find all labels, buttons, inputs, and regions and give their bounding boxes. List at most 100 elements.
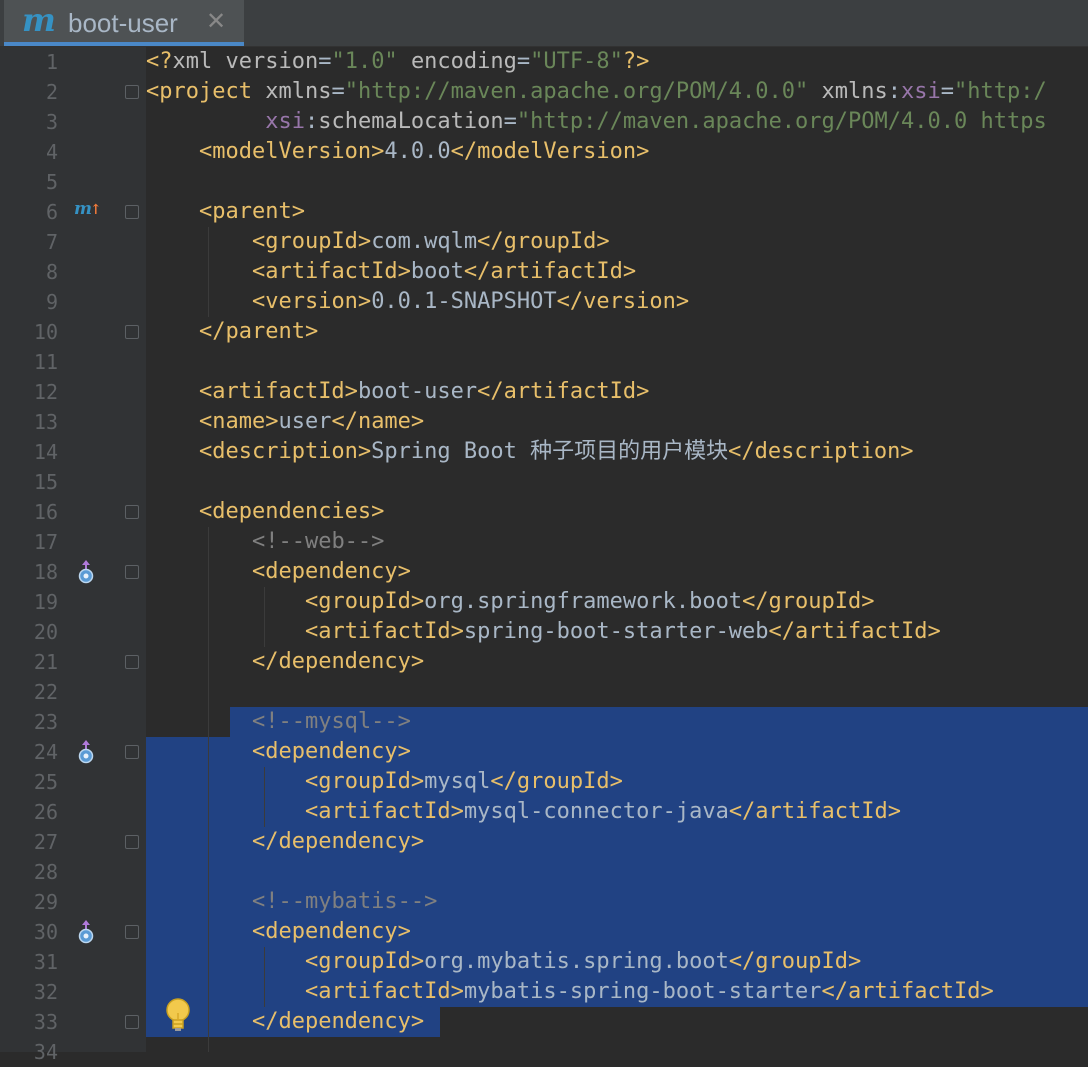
- code-line: <artifactId>boot-user</artifactId>: [146, 377, 649, 407]
- code-token: </groupId>: [742, 589, 875, 614]
- line-number: 23: [33, 710, 58, 734]
- line-number: 8: [45, 260, 58, 284]
- fold-toggle-icon[interactable]: [125, 925, 139, 939]
- code-token: "http://maven.apache.org/POM/4.0.0 https: [516, 109, 1047, 134]
- line-number: 18: [33, 560, 58, 584]
- code-token: xmlns: [265, 79, 332, 104]
- line-number: 6: [45, 200, 58, 224]
- line-number: 30: [33, 920, 58, 944]
- tab-boot-user[interactable]: m boot-user ✕: [4, 0, 244, 46]
- maven-parent-override-icon[interactable]: m↑: [74, 199, 102, 220]
- fold-toggle-icon[interactable]: [125, 505, 139, 519]
- code-token: </artifactId>: [821, 979, 994, 1004]
- fold-toggle-icon[interactable]: [125, 565, 139, 579]
- line-number: 29: [33, 890, 58, 914]
- code-line: <artifactId>spring-boot-starter-web</art…: [146, 617, 941, 647]
- code-token: org.mybatis.spring.boot: [424, 949, 729, 974]
- active-tab-indicator: [4, 42, 244, 46]
- code-line: <version>0.0.1-SNAPSHOT</version>: [146, 287, 689, 317]
- line-number: 2: [45, 80, 58, 104]
- line-number: 11: [33, 350, 58, 374]
- line-number: 13: [33, 410, 58, 434]
- fold-toggle-icon[interactable]: [125, 655, 139, 669]
- code-token: <name>: [198, 409, 279, 434]
- code-token: </name>: [331, 409, 425, 434]
- code-token: <artifactId>: [251, 259, 411, 284]
- code-token: </dependency>: [251, 829, 425, 854]
- dependency-icon[interactable]: [77, 739, 95, 765]
- close-tab-icon[interactable]: ✕: [206, 6, 226, 36]
- fold-toggle-icon[interactable]: [125, 85, 139, 99]
- code-token: </groupId>: [490, 769, 623, 794]
- code-line: <dependencies>: [146, 497, 384, 527]
- code-token: </modelVersion>: [450, 139, 650, 164]
- code-token: =: [940, 79, 955, 104]
- code-line: <dependency>: [146, 737, 411, 767]
- code-token: spring-boot-starter-web: [463, 619, 769, 644]
- code-token: </artifactId>: [728, 799, 901, 824]
- code-line: <groupId>org.springframework.boot</group…: [146, 587, 875, 617]
- code-line: xsi:schemaLocation="http://maven.apache.…: [146, 107, 1047, 137]
- code-token: </dependency>: [251, 1009, 425, 1034]
- code-token: <artifactId>: [198, 379, 358, 404]
- line-number: 12: [33, 380, 58, 404]
- line-number: 7: [45, 230, 58, 254]
- code-line: <parent>: [146, 197, 305, 227]
- code-line: <groupId>org.mybatis.spring.boot</groupI…: [146, 947, 861, 977]
- code-token: <artifactId>: [304, 619, 464, 644]
- code-token: </parent>: [198, 319, 319, 344]
- code-token: =: [516, 49, 531, 74]
- line-number: 33: [33, 1010, 58, 1034]
- code-token: :: [887, 79, 902, 104]
- code-token: schemaLocation: [318, 109, 504, 134]
- fold-toggle-icon[interactable]: [125, 835, 139, 849]
- dependency-icon[interactable]: [77, 919, 95, 945]
- code-token: com.wqlm: [371, 229, 478, 254]
- code-line: <artifactId>mybatis-spring-boot-starter<…: [146, 977, 994, 1007]
- code-token: </groupId>: [477, 229, 610, 254]
- code-token: <!--mybatis-->: [251, 889, 438, 914]
- code-token: boot-user: [357, 379, 478, 404]
- fold-toggle-icon[interactable]: [125, 1015, 139, 1029]
- code-token: <groupId>: [251, 229, 372, 254]
- code-token: <dependency>: [251, 739, 411, 764]
- line-number: 15: [33, 470, 58, 494]
- fold-toggle-icon[interactable]: [125, 745, 139, 759]
- code-line: <artifactId>mysql-connector-java</artifa…: [146, 797, 901, 827]
- code-token: xsi: [901, 79, 941, 104]
- code-line: <artifactId>boot</artifactId>: [146, 257, 636, 287]
- code-token: =: [318, 49, 332, 74]
- code-token: "http:/: [954, 79, 1047, 104]
- code-token: <?: [146, 49, 173, 74]
- code-line: </parent>: [146, 317, 318, 347]
- fold-toggle-icon[interactable]: [125, 205, 139, 219]
- line-number: 22: [33, 680, 58, 704]
- line-number: 28: [33, 860, 58, 884]
- line-number: 9: [45, 290, 58, 314]
- lightbulb-icon[interactable]: [163, 996, 193, 1036]
- dependency-icon[interactable]: [77, 559, 95, 585]
- code-token: xml version: [172, 49, 319, 74]
- fold-toggle-icon[interactable]: [125, 325, 139, 339]
- code-token: <version>: [251, 289, 372, 314]
- line-number: 19: [33, 590, 58, 614]
- code-token: "http://maven.apache.org/POM/4.0.0": [344, 79, 809, 104]
- code-token: <dependencies>: [198, 499, 385, 524]
- code-line: <?xml version="1.0" encoding="UTF-8"?>: [146, 47, 649, 77]
